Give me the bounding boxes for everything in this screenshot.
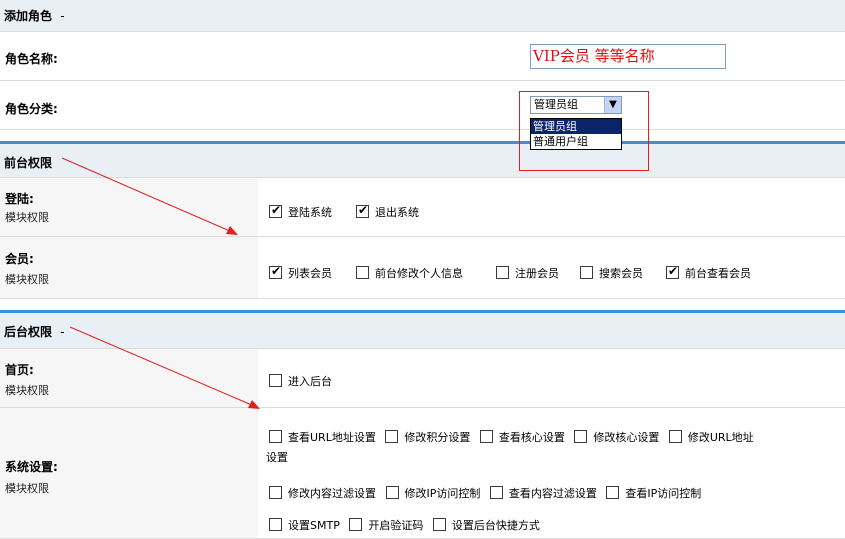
annotation-arrows bbox=[61, 157, 260, 409]
annotation-arrowhead-front bbox=[226, 226, 238, 235]
annotation-arrowhead-back bbox=[248, 400, 260, 409]
annotation-arrow-back bbox=[69, 326, 255, 407]
annotation-arrow-front bbox=[61, 157, 233, 233]
